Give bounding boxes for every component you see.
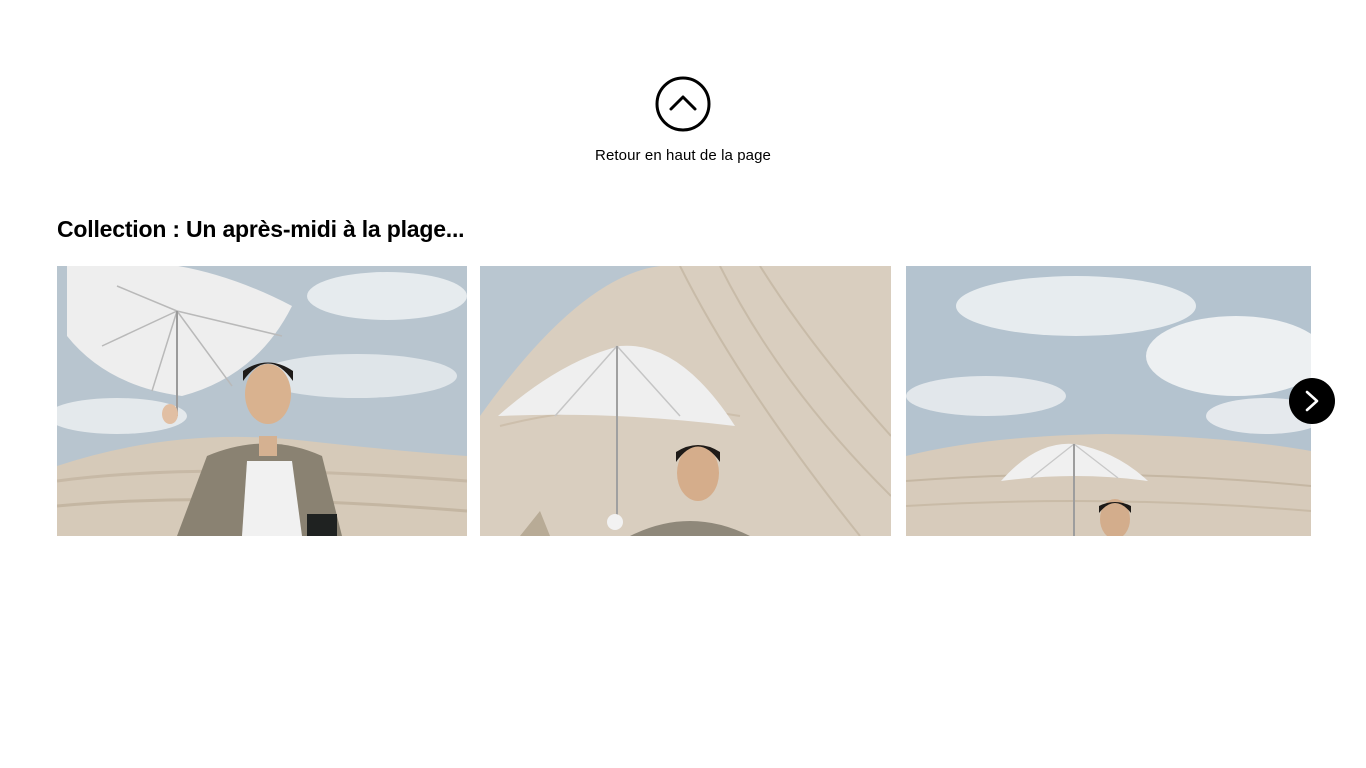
carousel-next-button[interactable] [1289, 378, 1335, 424]
carousel-slide-1[interactable] [57, 266, 467, 536]
carousel-slide-3[interactable] [906, 266, 1311, 536]
chevron-up-circle-icon[interactable] [655, 76, 711, 132]
page: Retour en haut de la page Collection : U… [0, 0, 1366, 768]
collection-title: Collection : Un après-midi à la plage... [57, 216, 465, 242]
back-to-top: Retour en haut de la page [0, 76, 1366, 164]
carousel-slide-2[interactable] [480, 266, 891, 536]
back-to-top-link[interactable]: Retour en haut de la page [595, 147, 771, 164]
man-with-umbrella-photo [480, 266, 891, 536]
chevron-right-icon [1305, 390, 1319, 412]
collection-carousel [57, 266, 1311, 536]
man-behind-dune-photo [906, 266, 1311, 536]
man-holding-umbrella-photo [57, 266, 467, 536]
